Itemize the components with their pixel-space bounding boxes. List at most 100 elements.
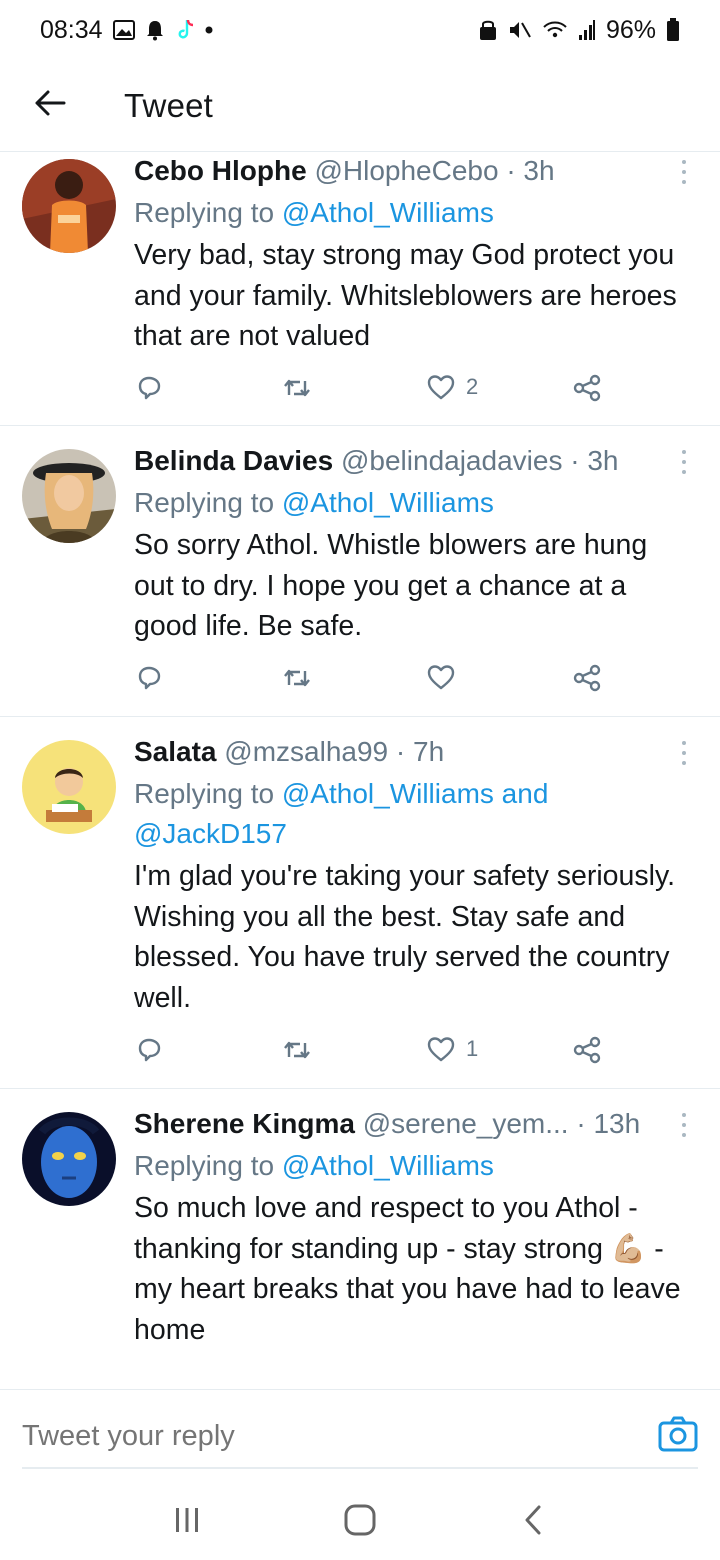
- tweet-header: Belinda Davies @belindajadavies · 3h: [134, 443, 690, 479]
- recents-button[interactable]: [147, 1490, 227, 1550]
- author-name[interactable]: Belinda Davies: [134, 445, 333, 476]
- retweet-icon: [284, 669, 310, 687]
- heart-icon: [427, 375, 455, 400]
- tweet-text: So sorry Athol. Whistle blowers are hung…: [134, 529, 648, 642]
- tweet-item[interactable]: Salata @mzsalha99 · 7h Replying to @Atho…: [0, 718, 720, 1089]
- tweet-item[interactable]: Belinda Davies @belindajadavies · 3h Rep…: [0, 427, 720, 717]
- share-button[interactable]: [572, 373, 602, 403]
- retweet-button[interactable]: [281, 373, 313, 403]
- share-icon: [573, 664, 601, 692]
- wifi-icon: [542, 19, 568, 41]
- tweet-header: Salata @mzsalha99 · 7h: [134, 734, 690, 770]
- author-handle[interactable]: @HlopheCebo: [314, 155, 498, 186]
- mute-icon: [508, 19, 532, 41]
- author-name[interactable]: Salata: [134, 736, 217, 767]
- author-handle[interactable]: @belindajadavies: [341, 445, 562, 476]
- tweet-actions: 2: [134, 373, 614, 409]
- reply-icon: [138, 666, 161, 690]
- reply-feed[interactable]: Cebo Hlophe @HlopheCebo · 3h Replying to…: [0, 153, 720, 1389]
- reply-button[interactable]: [134, 663, 164, 693]
- replying-prefix: Replying to: [134, 487, 275, 518]
- avatar[interactable]: [22, 1112, 116, 1206]
- mention-link[interactable]: @Athol_Williams: [282, 487, 494, 518]
- tweet-time: · 7h: [395, 736, 445, 767]
- tweet-actions: 1: [134, 1035, 614, 1071]
- reply-composer: [0, 1389, 720, 1479]
- tweet-time: · 3h: [506, 155, 555, 186]
- author-handle[interactable]: @serene_yem...: [363, 1108, 569, 1139]
- tiktok-icon: [175, 18, 195, 42]
- avatar[interactable]: [22, 740, 116, 834]
- replying-to: Replying to @Athol_Williams: [134, 1146, 690, 1186]
- camera-icon: [658, 1416, 698, 1452]
- battery-percent: 96%: [605, 15, 656, 44]
- status-time: 08:34: [40, 15, 103, 44]
- arrow-left-icon: [34, 89, 66, 122]
- reply-button[interactable]: [134, 373, 164, 403]
- more-options-button[interactable]: [674, 738, 694, 768]
- retweet-icon: [284, 379, 310, 397]
- author-name[interactable]: Sherene Kingma: [134, 1108, 355, 1139]
- reply-button[interactable]: [134, 1035, 164, 1065]
- heart-icon: [427, 665, 455, 690]
- replying-to: Replying to @Athol_Williams and @JackD15…: [134, 774, 690, 854]
- replying-prefix: Replying to: [134, 778, 275, 809]
- tweet-body: Sherene Kingma @serene_yem... · 13h Repl…: [134, 1106, 690, 1350]
- composer-divider: [22, 1467, 698, 1469]
- like-count: 2: [466, 374, 479, 399]
- more-options-button[interactable]: [674, 157, 694, 187]
- tweet-body: Cebo Hlophe @HlopheCebo · 3h Replying to…: [134, 153, 690, 357]
- bell-icon: [145, 19, 165, 41]
- back-icon: [525, 1505, 541, 1535]
- share-icon: [573, 374, 601, 402]
- signal-icon: [578, 19, 596, 41]
- dot-icon: [205, 26, 213, 34]
- tweet-text: Very bad, stay strong may God protect yo…: [134, 239, 677, 352]
- tweet-body: Salata @mzsalha99 · 7h Replying to @Atho…: [134, 734, 690, 1018]
- reply-icon: [138, 376, 161, 400]
- tweet-text: I'm glad you're taking your safety serio…: [134, 860, 676, 1014]
- like-count: 1: [466, 1036, 479, 1061]
- status-bar: 08:34 96%: [0, 0, 720, 60]
- camera-button[interactable]: [658, 1414, 698, 1454]
- tweet-item[interactable]: Cebo Hlophe @HlopheCebo · 3h Replying to…: [0, 153, 720, 426]
- mention-link[interactable]: @Athol_Williams: [282, 1150, 494, 1181]
- tweet-item[interactable]: Sherene Kingma @serene_yem... · 13h Repl…: [0, 1090, 720, 1389]
- replying-to: Replying to @Athol_Williams: [134, 483, 690, 523]
- tweet-body: Belinda Davies @belindajadavies · 3h Rep…: [134, 443, 690, 647]
- more-options-button[interactable]: [674, 1110, 694, 1140]
- reply-input[interactable]: [22, 1414, 582, 1458]
- replying-prefix: Replying to: [134, 197, 275, 228]
- heart-icon: [427, 1037, 455, 1062]
- like-button[interactable]: [426, 663, 466, 691]
- retweet-icon: [284, 1041, 310, 1059]
- mention-link[interactable]: @Athol_Williams: [282, 197, 494, 228]
- lock-icon: [478, 19, 498, 41]
- recents-icon: [175, 1508, 198, 1532]
- like-button[interactable]: 1: [426, 1035, 478, 1063]
- tweet-actions: [134, 663, 614, 699]
- retweet-button[interactable]: [281, 1035, 313, 1065]
- tweet-time: · 3h: [570, 445, 619, 476]
- retweet-button[interactable]: [281, 663, 313, 693]
- tweet-header: Cebo Hlophe @HlopheCebo · 3h: [134, 153, 690, 189]
- page-title: Tweet: [124, 86, 214, 124]
- more-options-button[interactable]: [674, 447, 694, 477]
- back-button[interactable]: [0, 60, 100, 152]
- author-handle[interactable]: @mzsalha99: [224, 736, 388, 767]
- replying-prefix: Replying to: [134, 1150, 275, 1181]
- tweet-text: So much love and respect to you Athol - …: [134, 1192, 681, 1346]
- avatar[interactable]: [22, 159, 116, 253]
- home-button[interactable]: [320, 1490, 400, 1550]
- system-nav-bar: [0, 1480, 720, 1560]
- avatar[interactable]: [22, 449, 116, 543]
- like-button[interactable]: 2: [426, 373, 478, 401]
- share-button[interactable]: [572, 1035, 602, 1065]
- tweet-time: · 13h: [576, 1108, 641, 1139]
- author-name[interactable]: Cebo Hlophe: [134, 155, 307, 186]
- status-bar-left: 08:34: [40, 16, 213, 45]
- home-icon: [344, 1504, 376, 1536]
- share-icon: [573, 1036, 601, 1064]
- system-back-button[interactable]: [493, 1490, 573, 1550]
- share-button[interactable]: [572, 663, 602, 693]
